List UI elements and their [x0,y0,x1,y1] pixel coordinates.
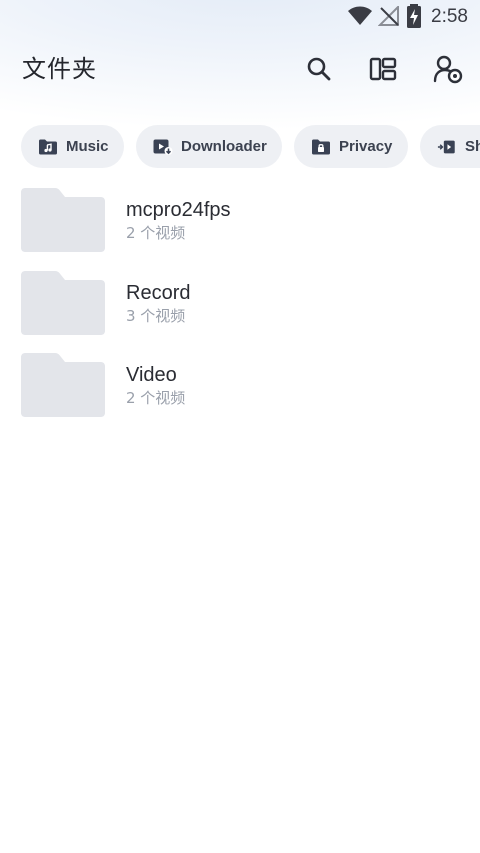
folder-item-record[interactable]: Record 3 个视频 [0,263,480,339]
chip-privacy-label: Privacy [339,138,393,155]
folder-icon [21,188,105,252]
chip-privacy[interactable]: Privacy [294,125,408,168]
search-icon [307,57,331,81]
app-bar: 文件夹 [0,40,480,98]
download-video-icon [153,139,173,155]
folder-video-count: 3 个视频 [126,307,186,325]
account-settings-icon [433,55,463,84]
folder-name: Record [126,282,191,304]
folder-video-count: 2 个视频 [126,389,186,407]
battery-charging-icon [407,4,421,28]
chip-music[interactable]: Music [21,125,124,168]
folder-item-video[interactable]: Video 2 个视频 [0,345,480,421]
search-button[interactable] [303,53,335,85]
music-folder-icon [38,139,58,155]
status-clock: 2:58 [431,6,468,27]
chip-share-label: Sh [465,138,480,155]
chip-share[interactable]: Sh [420,125,480,168]
lock-folder-icon [311,139,331,155]
layout-button[interactable] [367,53,399,85]
share-transfer-icon [437,139,457,155]
account-settings-button[interactable] [432,53,464,85]
folder-icon [21,271,105,335]
page-title: 文件夹 [22,55,97,83]
folder-icon [21,353,105,417]
folder-item-mcpro24fps[interactable]: mcpro24fps 2 个视频 [0,180,480,256]
screen: 2:58 文件夹 Music Downloader Privacy Sh mcp… [0,0,480,853]
layout-icon [369,57,397,81]
category-chip-row: Music Downloader Privacy Sh [21,125,480,168]
folder-name: Video [126,364,177,386]
chip-music-label: Music [66,138,109,155]
chip-downloader-label: Downloader [181,138,267,155]
wifi-icon [348,6,372,25]
status-bar: 2:58 [0,0,480,34]
folder-video-count: 2 个视频 [126,224,186,242]
no-signal-icon [378,6,399,26]
folder-name: mcpro24fps [126,199,231,221]
chip-downloader[interactable]: Downloader [136,125,282,168]
